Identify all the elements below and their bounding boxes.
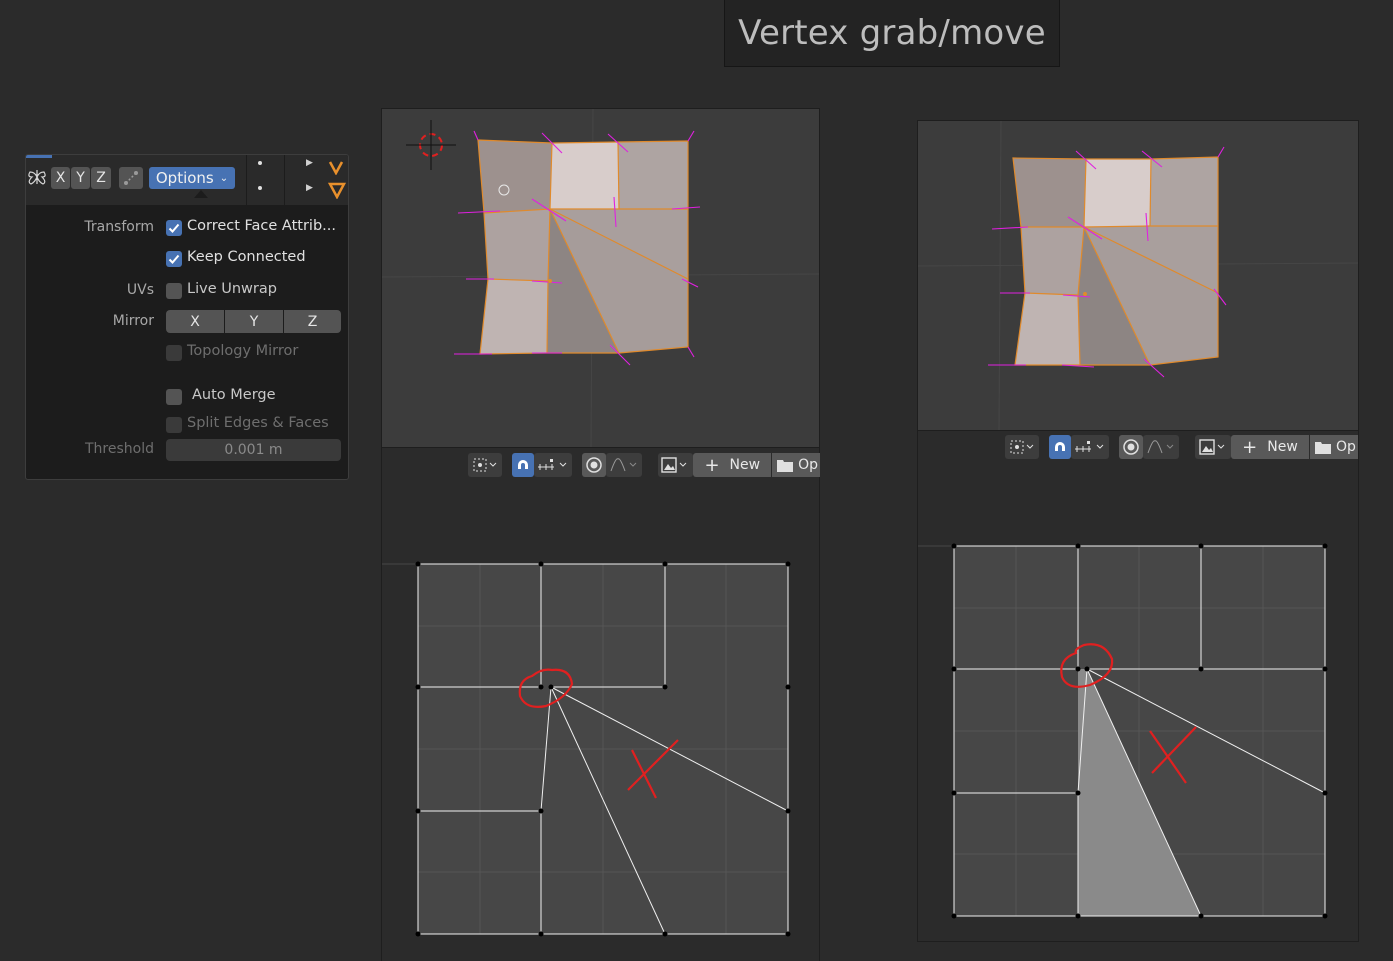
options-label: Options	[155, 169, 214, 187]
keep-connected-label: Keep Connected	[187, 249, 306, 265]
axis-z-button[interactable]: Z	[91, 167, 111, 189]
title-text: Vertex grab/move	[738, 13, 1046, 53]
uv-editor-right[interactable]: + New Op	[917, 431, 1359, 942]
dot-icon	[258, 161, 262, 165]
uv-editor-left[interactable]: + New Op	[381, 448, 820, 961]
mirror-z-button[interactable]: Z	[284, 310, 341, 333]
axis-y-button[interactable]: Y	[71, 167, 90, 189]
threshold-field[interactable]: 0.001 m	[166, 439, 341, 461]
butterfly-mirror-icon[interactable]	[26, 166, 48, 188]
threshold-label: Threshold	[85, 441, 154, 457]
mirror-x-button[interactable]: X	[166, 310, 224, 333]
live-unwrap-label: Live Unwrap	[187, 281, 277, 297]
play-small-icon[interactable]: ▶	[306, 183, 313, 193]
mirror-y-button[interactable]: Y	[225, 310, 283, 333]
options-popover: X Y Z Options ⌄ ▶ ▶ Transform Correct Fa…	[25, 154, 349, 480]
viewport-3d-right[interactable]	[917, 120, 1359, 431]
options-header: X Y Z Options ⌄ ▶ ▶	[26, 155, 348, 205]
auto-merge-label: Auto Merge	[192, 387, 276, 403]
title-banner: Vertex grab/move	[724, 0, 1060, 67]
falloff-v-icon[interactable]	[328, 159, 344, 176]
header-divider	[284, 155, 285, 205]
split-edges-label: Split Edges & Faces	[187, 415, 329, 431]
keep-connected-checkbox[interactable]	[166, 251, 182, 267]
uvs-label: UVs	[126, 282, 154, 298]
options-dropdown-button[interactable]: Options ⌄	[149, 167, 235, 189]
live-unwrap-checkbox[interactable]	[166, 283, 182, 299]
mesh-view-left	[381, 108, 820, 448]
dot-icon	[258, 186, 262, 190]
play-small-icon[interactable]: ▶	[306, 158, 313, 168]
mirror-label: Mirror	[112, 313, 154, 329]
topology-mirror-checkbox[interactable]	[166, 345, 182, 361]
chevron-down-icon: ⌄	[219, 172, 229, 184]
falloff-triangle-icon[interactable]	[327, 181, 347, 200]
header-divider	[246, 155, 247, 205]
3d-cursor-icon	[406, 120, 456, 170]
correct-face-checkbox[interactable]	[166, 220, 182, 236]
topology-mirror-label: Topology Mirror	[187, 343, 299, 359]
uv-grid-left	[382, 561, 791, 937]
check-icon	[168, 254, 180, 264]
mesh-view-right	[917, 120, 1359, 431]
split-edges-checkbox[interactable]	[166, 417, 182, 433]
link-icon[interactable]	[119, 167, 143, 189]
viewport-3d-left[interactable]	[381, 108, 820, 448]
uv-grid-right	[918, 543, 1328, 919]
axis-x-button[interactable]: X	[51, 167, 70, 189]
correct-face-label: Correct Face Attrib...	[187, 218, 336, 234]
auto-merge-checkbox[interactable]	[166, 389, 182, 405]
header-accent-line	[26, 155, 52, 158]
check-icon	[168, 223, 180, 233]
popover-pointer	[194, 190, 208, 198]
transform-label: Transform	[84, 219, 154, 235]
